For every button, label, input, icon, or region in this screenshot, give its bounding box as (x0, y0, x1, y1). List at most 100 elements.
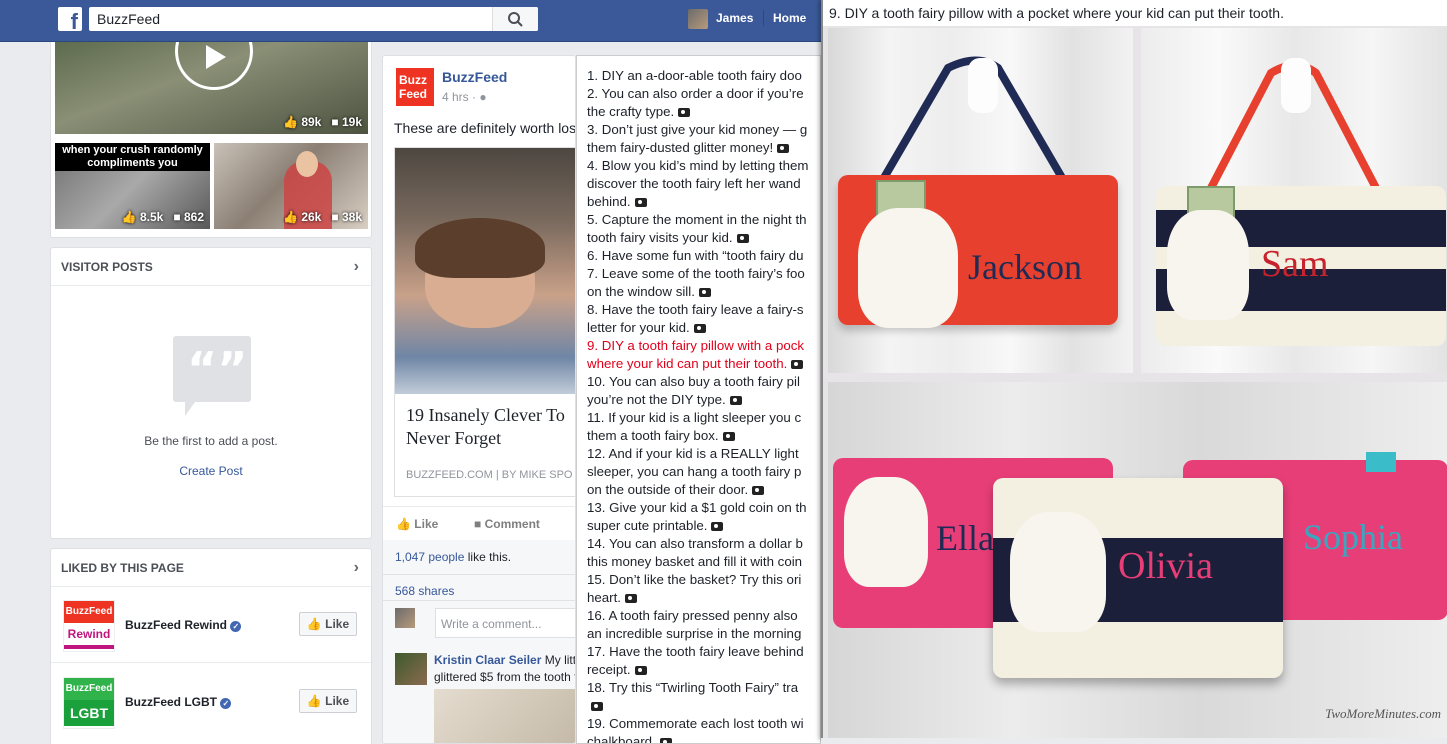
camera-icon[interactable] (729, 396, 742, 405)
camera-icon[interactable] (678, 108, 691, 117)
list-item[interactable]: 2. You can also order a door if you’re (587, 85, 820, 103)
link-preview[interactable]: 19 Insanely Clever To Never Forget BUZZFE… (394, 147, 575, 497)
search-button[interactable] (492, 7, 538, 31)
camera-icon[interactable] (736, 234, 749, 243)
list-item[interactable]: discover the tooth fairy left her wand (587, 175, 820, 193)
page-name[interactable]: BuzzFeed Rewind ✓ (125, 618, 242, 632)
list-item-text: 9. DIY a tooth fairy pillow with a pock (587, 338, 805, 353)
video-thumbnail[interactable]: 👍 89k ■ 19k (55, 42, 368, 134)
list-item[interactable]: an incredible surprise in the morning (587, 625, 820, 643)
post-page-name[interactable]: BuzzFeed (442, 69, 507, 85)
list-item[interactable]: 14. You can also transform a dollar b (587, 535, 820, 553)
list-item[interactable]: where your kid can put their tooth. (587, 355, 820, 373)
camera-icon[interactable] (777, 144, 790, 153)
list-item[interactable]: sleeper, you can hang a tooth fairy p (587, 463, 820, 481)
like-page-button[interactable]: 👍 Like (299, 612, 357, 636)
search-input[interactable]: BuzzFeed (89, 7, 538, 31)
camera-icon[interactable] (693, 324, 706, 333)
list-item[interactable]: 18. Try this “Twirling Tooth Fairy” tra (587, 679, 820, 697)
list-item[interactable]: tooth fairy visits your kid. (587, 229, 820, 247)
camera-icon[interactable] (634, 666, 647, 675)
list-item-text: 17. Have the tooth fairy leave behind (587, 644, 804, 659)
camera-icon[interactable] (634, 198, 647, 207)
camera-icon[interactable] (659, 738, 672, 743)
list-item-text: behind. (587, 194, 631, 209)
list-item[interactable]: letter for your kid. (587, 319, 820, 337)
list-item[interactable]: 10. You can also buy a tooth fairy pil (587, 373, 820, 391)
pillow-photo[interactable]: Jackson Sam Ella Sophia Olivia TwoMoreMi… (823, 26, 1447, 738)
link-title[interactable]: 19 Insanely Clever To Never Forget (406, 404, 565, 450)
list-item[interactable]: 15. Don’t like the basket? Try this ori (587, 571, 820, 589)
list-item[interactable]: 6. Have some fun with “tooth fairy du (587, 247, 820, 265)
list-item[interactable]: super cute printable. (587, 517, 820, 535)
list-item[interactable]: on the window sill. (587, 283, 820, 301)
list-item[interactable]: this money basket and fill it with coin (587, 553, 820, 571)
list-item[interactable]: the crafty type. (587, 103, 820, 121)
comment-button[interactable]: ■ Comment (474, 517, 540, 531)
list-item[interactable]: chalkboard. (587, 733, 820, 743)
video-thumbnail[interactable]: when your crush randomly compliments you… (55, 143, 210, 229)
camera-icon[interactable] (711, 522, 724, 531)
list-item[interactable]: 9. DIY a tooth fairy pillow with a pock (587, 337, 820, 355)
visitor-posts-header[interactable]: VISITOR POSTS › (51, 248, 371, 286)
list-item[interactable]: 19. Commemorate each lost tooth wi (587, 715, 820, 733)
video-stats: 👍 8.5k ■ 862 (122, 210, 204, 224)
camera-icon[interactable] (591, 702, 603, 711)
link-image[interactable] (395, 148, 575, 394)
create-post-link[interactable]: Create Post (51, 464, 371, 478)
like-page-button[interactable]: 👍 Like (299, 689, 357, 713)
list-item[interactable]: 13. Give your kid a $1 gold coin on th (587, 499, 820, 517)
commenter-avatar[interactable] (395, 653, 427, 685)
chevron-right-icon[interactable]: › (354, 248, 359, 286)
chevron-right-icon[interactable]: › (354, 549, 359, 587)
page-name[interactable]: BuzzFeed LGBT ✓ (125, 695, 232, 709)
logo-text: Rewind (64, 623, 114, 649)
liked-by-header[interactable]: LIKED BY THIS PAGE › (51, 549, 371, 587)
post-time[interactable]: 4 hrs · ● (442, 90, 487, 104)
user-avatar[interactable] (688, 9, 708, 29)
camera-icon[interactable] (698, 288, 711, 297)
list-item[interactable]: 8. Have the tooth fairy leave a fairy-s (587, 301, 820, 319)
list-item[interactable]: 11. If your kid is a light sleeper you c (587, 409, 820, 427)
play-icon[interactable] (175, 42, 253, 90)
list-item[interactable]: on the outside of their door. (587, 481, 820, 499)
list-item-text: you’re not the DIY type. (587, 392, 726, 407)
list-item[interactable]: heart. (587, 589, 820, 607)
list-item[interactable]: 12. And if your kid is a REALLY light (587, 445, 820, 463)
list-item[interactable] (587, 697, 820, 715)
camera-icon[interactable] (722, 432, 735, 441)
camera-icon[interactable] (625, 594, 638, 603)
pillow-name: Sophia (1303, 517, 1404, 557)
like-button[interactable]: 👍 Like (396, 517, 438, 531)
buzzfeed-avatar[interactable]: Buzz Feed (396, 68, 434, 106)
video-thumbnail[interactable]: 👍 26k ■ 38k (214, 143, 368, 229)
list-item[interactable]: 5. Capture the moment in the night th (587, 211, 820, 229)
comment-photo[interactable] (434, 689, 575, 743)
list-item[interactable]: you’re not the DIY type. (587, 391, 820, 409)
list-item[interactable]: 1. DIY an a-door-able tooth fairy doo (587, 67, 820, 85)
commenter-name[interactable]: Kristin Claar Seiler (434, 653, 541, 667)
list-item[interactable]: 3. Don’t just give your kid money — g (587, 121, 820, 139)
list-item-text: heart. (587, 590, 622, 605)
list-item[interactable]: behind. (587, 193, 820, 211)
home-link[interactable]: Home (773, 0, 806, 36)
shares-link[interactable]: 568 shares (395, 584, 454, 598)
camera-icon[interactable] (752, 486, 765, 495)
profile-link[interactable]: James (716, 0, 753, 36)
list-item[interactable]: them a tooth fairy box. (587, 427, 820, 445)
list-item[interactable]: them fairy-dusted glitter money! (587, 139, 820, 157)
camera-icon[interactable] (791, 360, 804, 369)
likes-link[interactable]: 1,047 people (395, 550, 464, 564)
list-item[interactable]: 7. Leave some of the tooth fairy’s foo (587, 265, 820, 283)
facebook-logo-icon[interactable]: f (58, 7, 82, 31)
page-logo[interactable]: BuzzFeed LGBT (63, 677, 115, 729)
comment-input[interactable]: Write a comment... (435, 608, 575, 638)
nav-divider (763, 10, 764, 26)
list-item[interactable]: 4. Blow you kid’s mind by letting them (587, 157, 820, 175)
post-card: Buzz Feed BuzzFeed 4 hrs · ● These are de… (382, 55, 576, 744)
page-logo[interactable]: BuzzFeed Rewind (63, 600, 115, 652)
list-item[interactable]: 16. A tooth fairy pressed penny also (587, 607, 820, 625)
list-item[interactable]: receipt. (587, 661, 820, 679)
list-item[interactable]: 17. Have the tooth fairy leave behind (587, 643, 820, 661)
photo-viewer: 9. DIY a tooth fairy pillow with a pocke… (821, 0, 1447, 740)
